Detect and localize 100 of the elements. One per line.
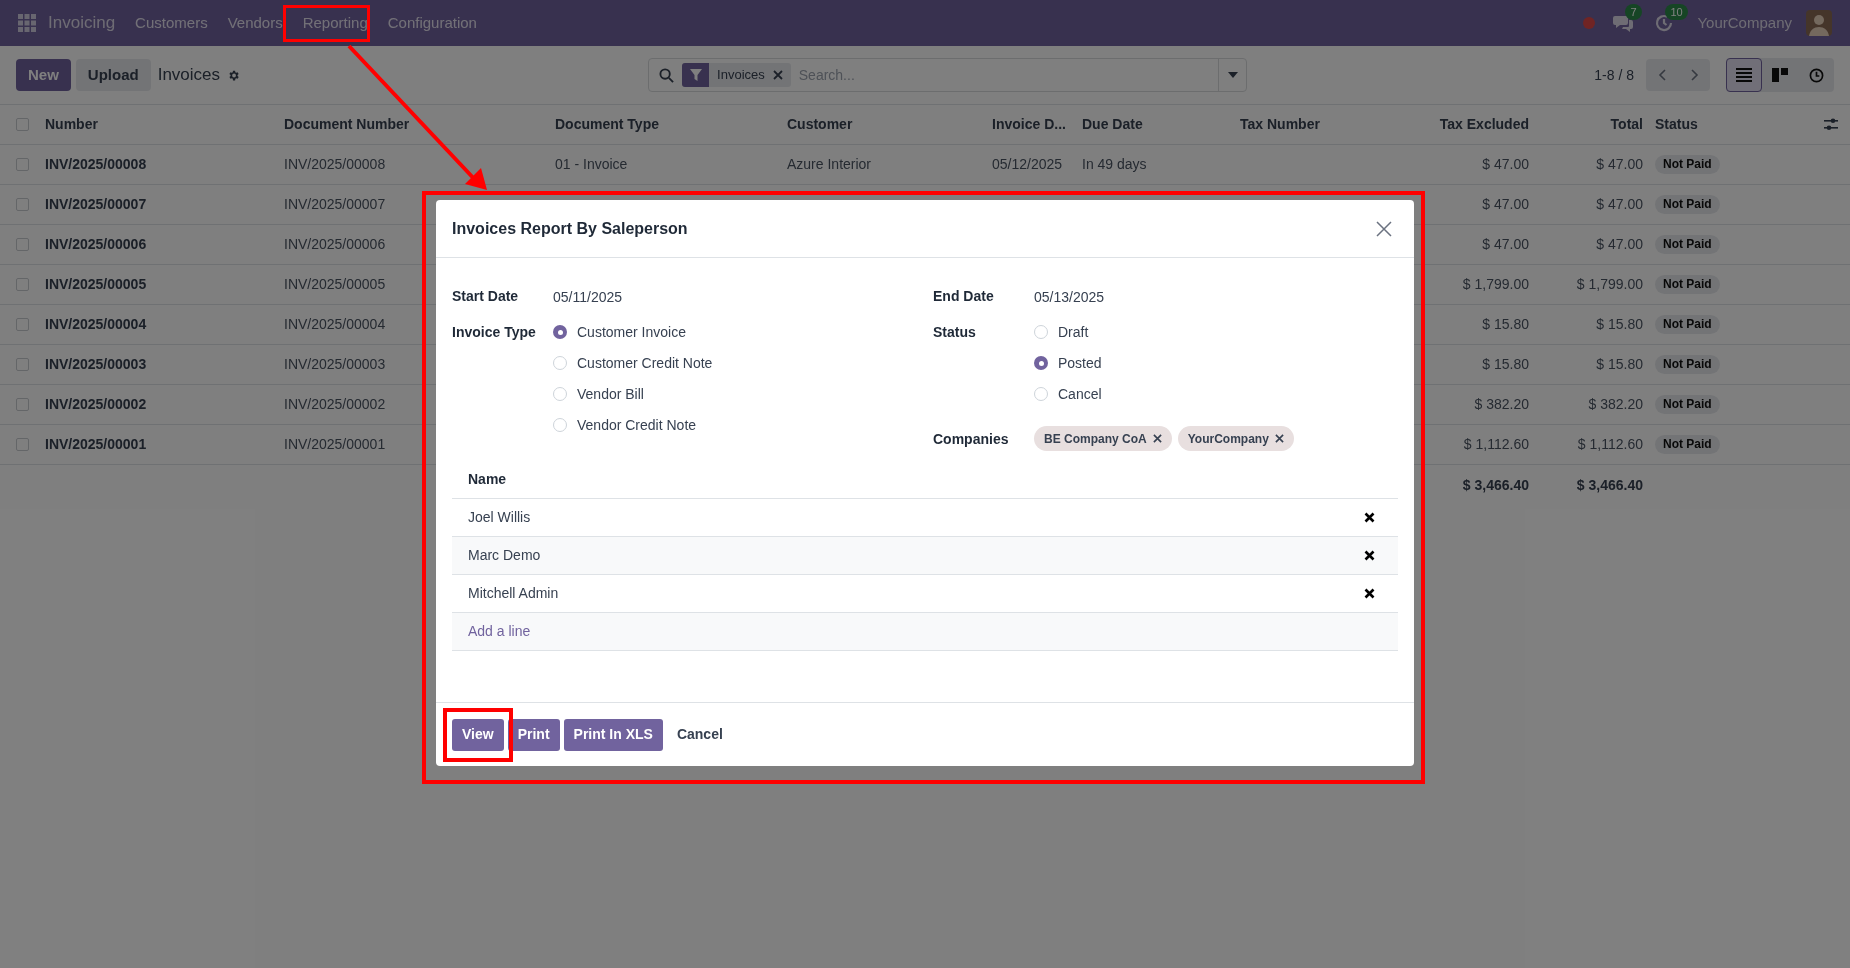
table-cell-text: $ 15.80 — [1596, 355, 1643, 374]
table-cell-text: In 49 days — [1082, 155, 1147, 174]
checkbox[interactable] — [16, 438, 29, 451]
table-cell-text: $ 47.00 — [1482, 155, 1529, 174]
table-cell-text: INV/2025/00005 — [45, 275, 147, 294]
column-header[interactable]: Due Date — [1082, 114, 1143, 135]
activity-count-badge: 10 — [1665, 4, 1688, 20]
checkbox[interactable] — [16, 238, 29, 251]
field-label: Start Date — [452, 287, 520, 306]
date-field[interactable]: 05/13/2025 — [1034, 285, 1105, 309]
company-switcher[interactable]: YourCompany — [1697, 11, 1792, 35]
company-tag[interactable]: YourCompany — [1177, 426, 1294, 451]
column-header[interactable]: Invoice D... — [992, 114, 1066, 135]
table-cell-text: INV/2025/00006 — [45, 235, 147, 254]
search-icon — [659, 67, 675, 83]
dialog-title: Invoices Report By Saleperson — [452, 218, 688, 239]
table-cell-text: $ 47.00 — [1596, 155, 1643, 174]
table-cell-text: INV/2025/00005 — [284, 275, 386, 294]
table-cell-text: INV/2025/00008 — [284, 155, 386, 174]
pager-value[interactable]: 1-8 / 8 — [1594, 64, 1634, 86]
table-cell-text: $ 47.00 — [1482, 195, 1529, 214]
column-header[interactable]: Document Number — [284, 114, 410, 135]
radio-option[interactable]: Vendor Credit Note — [553, 413, 713, 437]
checkbox[interactable] — [16, 398, 29, 411]
column-header[interactable]: Document Type — [555, 114, 659, 135]
table-cell-text: $ 1,799.00 — [1462, 275, 1529, 294]
table-cell-text: $ 1,112.60 — [1577, 435, 1643, 454]
kanban-icon — [1772, 68, 1788, 82]
table-cell-text: Azure Interior — [787, 155, 872, 174]
table-cell-text: INV/2025/00001 — [284, 435, 386, 454]
radio-option[interactable]: Draft — [1034, 320, 1102, 344]
table-cell-text: $ 382.20 — [1474, 395, 1529, 414]
new-button[interactable]: New — [16, 59, 71, 91]
column-header[interactable]: Total — [1610, 114, 1643, 135]
column-header[interactable]: Tax Excluded — [1439, 114, 1529, 135]
radio-option[interactable]: Posted — [1034, 351, 1102, 375]
close-icon — [772, 70, 783, 80]
field-label: Status — [933, 323, 977, 342]
total-cell-text: $ 3,466.40 — [1462, 475, 1529, 495]
menu-item[interactable]: Vendors — [217, 11, 293, 35]
view-button[interactable]: View — [452, 718, 504, 751]
menu-item[interactable]: Reporting — [292, 11, 378, 35]
column-header[interactable]: Customer — [787, 114, 853, 135]
table-cell-text: 05/12/2025 — [992, 155, 1063, 174]
upload-button[interactable]: Upload — [75, 59, 151, 91]
clock-icon — [1808, 67, 1824, 83]
table-cell-text: INV/2025/00004 — [284, 315, 386, 334]
radio-option[interactable]: Vendor Bill — [553, 382, 713, 406]
field-label: Invoice Type — [452, 323, 537, 342]
company-tag[interactable]: BE Company CoA — [1034, 426, 1172, 451]
delete-button[interactable] — [1364, 587, 1376, 600]
table-cell-text: $ 47.00 — [1596, 235, 1643, 254]
clock-icon — [1655, 14, 1674, 32]
column-header: Name — [468, 470, 507, 489]
column-header[interactable]: Status — [1655, 114, 1698, 135]
field-label: Companies — [933, 429, 1010, 449]
table-cell-text: INV/2025/00002 — [284, 395, 386, 414]
table-cell-text: $ 1,112.60 — [1463, 435, 1529, 454]
table-cell-text: 01 - Invoice — [555, 155, 628, 174]
remove-icon — [1274, 434, 1284, 443]
table-cell-text: $ 15.80 — [1482, 315, 1529, 334]
status-badge: Not Paid — [1655, 435, 1720, 454]
total-cell-text: $ 3,466.40 — [1576, 475, 1643, 495]
breadcrumb-title: Invoices — [157, 64, 221, 87]
checkbox[interactable] — [16, 158, 29, 171]
radio-option[interactable]: Customer Invoice — [553, 320, 713, 344]
delete-button[interactable] — [1364, 549, 1376, 562]
checkbox[interactable] — [16, 358, 29, 371]
radio-option[interactable]: Cancel — [1034, 382, 1102, 406]
close-button[interactable] — [1374, 218, 1394, 239]
menu-item[interactable]: Customers — [125, 11, 218, 35]
list-view-button[interactable] — [1726, 58, 1762, 92]
user-avatar — [1806, 10, 1832, 36]
list-icon — [1736, 68, 1752, 82]
radio-option[interactable]: Customer Credit Note — [553, 351, 713, 375]
status-badge: Not Paid — [1655, 275, 1720, 294]
status-badge: Not Paid — [1655, 395, 1720, 414]
message-count-badge: 7 — [1625, 4, 1642, 20]
app-name[interactable]: Invoicing — [48, 10, 116, 36]
checkbox[interactable] — [16, 318, 29, 331]
filter-facet[interactable]: Invoices — [682, 63, 791, 87]
delete-button[interactable] — [1364, 511, 1376, 524]
column-settings-icon — [1824, 118, 1838, 131]
menu-item[interactable]: Configuration — [377, 11, 487, 35]
print-button[interactable]: Print — [507, 718, 560, 751]
chevron-left-icon — [1657, 69, 1667, 81]
table-cell-text: Joel Willis — [468, 508, 531, 527]
checkbox[interactable] — [16, 118, 29, 131]
table-cell-text: INV/2025/00003 — [45, 355, 147, 374]
cancel-button[interactable]: Cancel — [666, 718, 733, 751]
column-header[interactable]: Number — [45, 114, 98, 135]
print-xls-button[interactable]: Print In XLS — [563, 718, 663, 751]
filter-icon — [689, 69, 702, 81]
add-line-link[interactable]: Add a line — [468, 621, 531, 642]
chat-icon — [1613, 14, 1634, 32]
checkbox[interactable] — [16, 278, 29, 291]
checkbox[interactable] — [16, 198, 29, 211]
status-badge: Not Paid — [1655, 355, 1720, 374]
column-header[interactable]: Tax Number — [1240, 114, 1320, 135]
date-field[interactable]: 05/11/2025 — [553, 285, 623, 309]
